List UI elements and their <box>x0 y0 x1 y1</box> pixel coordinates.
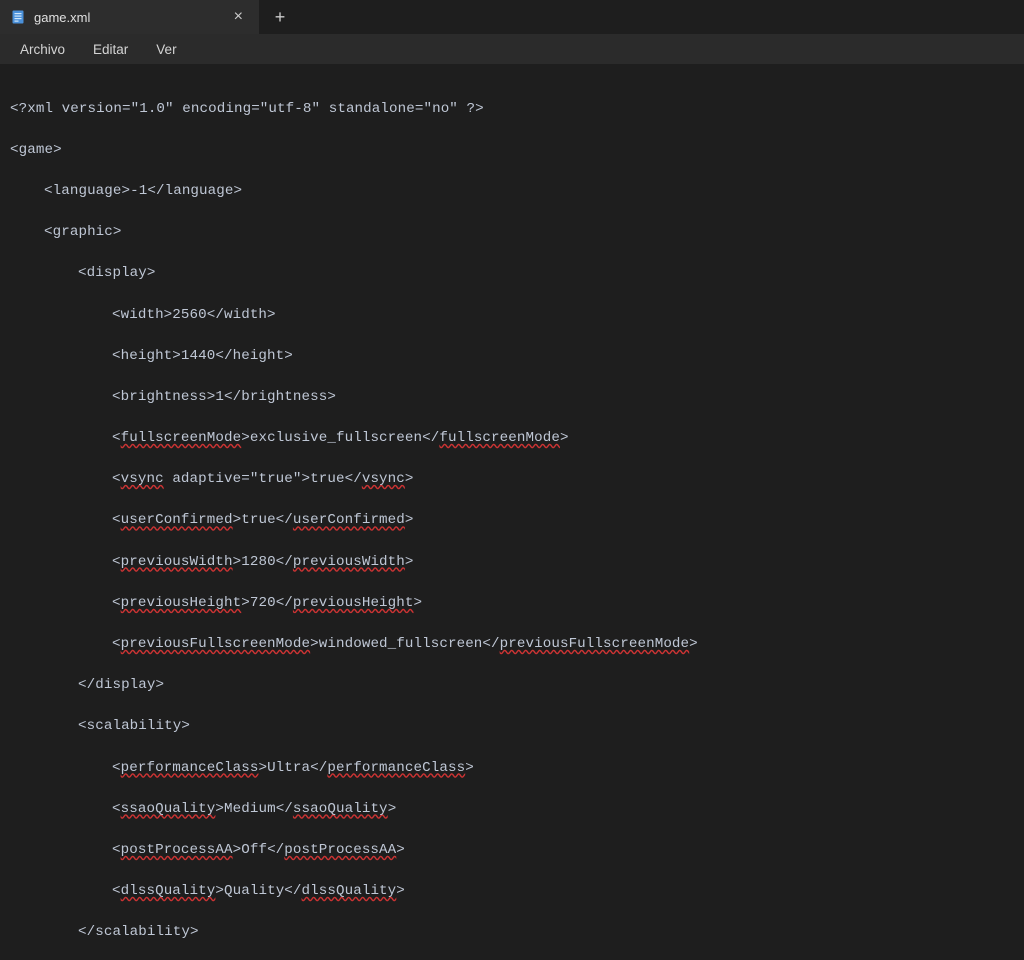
code-line: <dlssQuality>Quality</dlssQuality> <box>10 881 1014 902</box>
code-line: <previousFullscreenMode>windowed_fullscr… <box>10 634 1014 655</box>
menu-bar: Archivo Editar Ver <box>0 34 1024 64</box>
editor-area[interactable]: <?xml version="1.0" encoding="utf-8" sta… <box>0 64 1024 960</box>
code-line: <userConfirmed>true</userConfirmed> <box>10 510 1014 531</box>
menu-edit[interactable]: Editar <box>81 38 140 61</box>
code-line: <fullscreenMode>exclusive_fullscreen</fu… <box>10 428 1014 449</box>
code-line: </scalability> <box>10 922 1014 943</box>
code-line: <display> <box>10 263 1014 284</box>
tab-title: game.xml <box>34 10 222 25</box>
code-line: <scalability> <box>10 716 1014 737</box>
code-line: <game> <box>10 140 1014 161</box>
code-line: <graphic> <box>10 222 1014 243</box>
new-tab-button[interactable]: + <box>260 0 300 34</box>
code-line: <?xml version="1.0" encoding="utf-8" sta… <box>10 99 1014 120</box>
code-line: <performanceClass>Ultra</performanceClas… <box>10 758 1014 779</box>
code-line: <language>-1</language> <box>10 181 1014 202</box>
close-tab-button[interactable]: × <box>230 9 247 25</box>
code-line: <brightness>1</brightness> <box>10 387 1014 408</box>
code-line: </display> <box>10 675 1014 696</box>
menu-file[interactable]: Archivo <box>8 38 77 61</box>
code-line: <width>2560</width> <box>10 305 1014 326</box>
code-line: <vsync adaptive="true">true</vsync> <box>10 469 1014 490</box>
code-line: <height>1440</height> <box>10 346 1014 367</box>
code-line: <previousWidth>1280</previousWidth> <box>10 552 1014 573</box>
document-icon <box>10 9 26 25</box>
title-bar: game.xml × + <box>0 0 1024 34</box>
code-line: <previousHeight>720</previousHeight> <box>10 593 1014 614</box>
code-line: <ssaoQuality>Medium</ssaoQuality> <box>10 799 1014 820</box>
code-line: <postProcessAA>Off</postProcessAA> <box>10 840 1014 861</box>
tab-game-xml[interactable]: game.xml × <box>0 0 260 34</box>
menu-view[interactable]: Ver <box>144 38 188 61</box>
